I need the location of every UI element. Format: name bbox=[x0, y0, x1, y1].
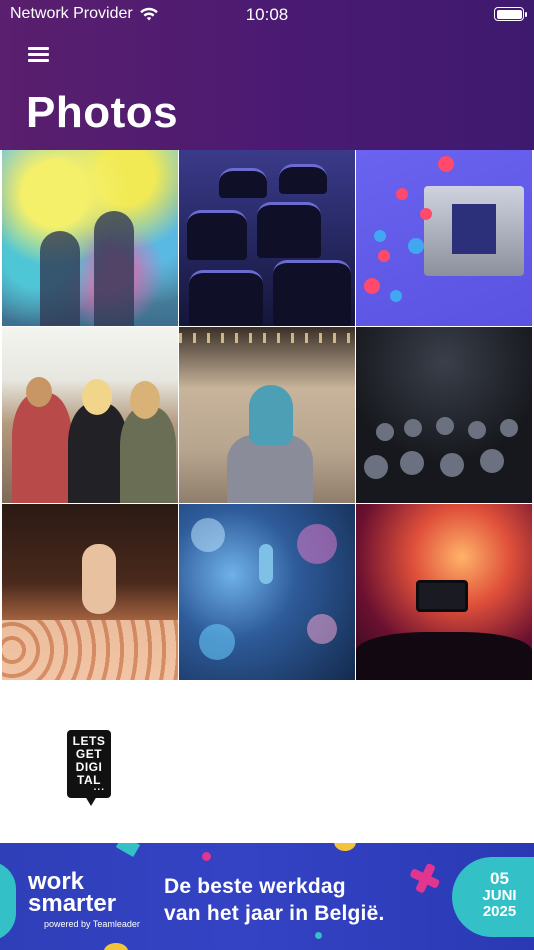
heart-reaction-icon bbox=[420, 208, 432, 220]
photo-blue-stage-microphone[interactable] bbox=[179, 504, 355, 680]
banner-headline: De beste werkdag van het jaar in België. bbox=[164, 873, 385, 927]
decorative-dot bbox=[202, 852, 211, 861]
head bbox=[82, 379, 112, 415]
audience-head bbox=[376, 423, 394, 441]
photo-concert-phone-recording[interactable] bbox=[356, 504, 532, 680]
photo-speaker-blue-hair[interactable] bbox=[179, 327, 355, 503]
decorative-shape bbox=[0, 861, 16, 941]
heart-reaction-icon bbox=[378, 250, 390, 262]
audience-head bbox=[480, 449, 504, 473]
speaker-body bbox=[227, 435, 313, 503]
chair bbox=[257, 202, 321, 258]
chair bbox=[219, 168, 267, 198]
chair bbox=[189, 270, 263, 326]
heart-reaction-icon bbox=[396, 188, 408, 200]
photo-virtual-event-stage[interactable] bbox=[356, 150, 532, 326]
virtual-stage bbox=[424, 186, 524, 276]
date-year: 2025 bbox=[482, 903, 517, 920]
dancer-silhouette bbox=[82, 544, 116, 614]
bokeh-light bbox=[307, 614, 337, 644]
raised-hands bbox=[2, 620, 178, 680]
hamburger-menu-icon[interactable] bbox=[28, 45, 50, 63]
status-time: 10:08 bbox=[245, 5, 289, 24]
like-reaction-icon bbox=[374, 230, 386, 242]
person-silhouette bbox=[68, 403, 128, 503]
phone-silhouette bbox=[416, 580, 468, 612]
chair bbox=[279, 164, 327, 194]
decorative-shape bbox=[115, 843, 141, 858]
decorative-cross bbox=[410, 863, 440, 893]
photo-concert-crowd-hands[interactable] bbox=[2, 504, 178, 680]
date-month: JUNI bbox=[482, 887, 517, 904]
photo-grid bbox=[0, 150, 534, 680]
ceiling-lights bbox=[179, 333, 355, 343]
crowd-silhouette bbox=[356, 632, 532, 680]
audience-head bbox=[404, 419, 422, 437]
like-reaction-icon bbox=[390, 290, 402, 302]
photo-empty-conference-chairs[interactable] bbox=[179, 150, 355, 326]
chair bbox=[187, 210, 247, 260]
bokeh-light bbox=[297, 524, 337, 564]
decorative-shape bbox=[104, 943, 128, 950]
person-silhouette bbox=[40, 231, 80, 326]
headline-line: van het jaar in België. bbox=[164, 902, 385, 925]
page-title: Photos bbox=[26, 88, 179, 137]
powered-by-text: powered by Teamleader bbox=[44, 919, 140, 929]
heart-reaction-icon bbox=[438, 156, 454, 172]
menu-line bbox=[28, 53, 49, 56]
app-header: Network Provider 10:08 Photos bbox=[0, 0, 534, 150]
head bbox=[130, 381, 160, 419]
date-badge: 05 JUNI 2025 bbox=[452, 857, 534, 937]
battery-level bbox=[496, 9, 522, 19]
person-silhouette bbox=[94, 211, 134, 326]
bokeh-light bbox=[191, 518, 225, 552]
logo-bubble-tail bbox=[85, 796, 97, 806]
speaker-hair bbox=[249, 385, 293, 445]
logo-dots: ... bbox=[93, 782, 105, 793]
photo-dark-auditorium[interactable] bbox=[356, 327, 532, 503]
chair bbox=[273, 260, 351, 326]
status-bar: Network Provider 10:08 bbox=[0, 0, 534, 28]
battery-tip bbox=[525, 12, 527, 17]
heart-reaction-icon bbox=[364, 278, 380, 294]
audience-head bbox=[400, 451, 424, 475]
photo-outdoor-festival-crowd[interactable] bbox=[2, 327, 178, 503]
photo-color-powder-festival[interactable] bbox=[2, 150, 178, 326]
menu-line bbox=[28, 47, 49, 50]
lets-get-digital-logo[interactable]: LETS GET DIGI TAL ... bbox=[67, 730, 111, 810]
audience-head bbox=[436, 417, 454, 435]
person-silhouette bbox=[120, 407, 176, 503]
bokeh-light bbox=[199, 624, 235, 660]
headline-line: De beste werkdag bbox=[164, 875, 346, 898]
audience-head bbox=[468, 421, 486, 439]
like-reaction-icon bbox=[408, 238, 424, 254]
decorative-dot bbox=[315, 932, 322, 939]
person-silhouette bbox=[12, 393, 72, 503]
battery-icon bbox=[494, 7, 527, 21]
audience-head bbox=[440, 453, 464, 477]
logo-speech-bubble: LETS GET DIGI TAL ... bbox=[67, 730, 111, 798]
brand-smarter: smarter bbox=[28, 890, 117, 917]
audience-head bbox=[364, 455, 388, 479]
menu-line bbox=[28, 59, 49, 62]
audience-head bbox=[500, 419, 518, 437]
date-day: 05 bbox=[490, 869, 509, 888]
head bbox=[26, 377, 52, 407]
microphone bbox=[259, 544, 273, 584]
ad-banner[interactable]: work smarter powered by Teamleader De be… bbox=[0, 843, 534, 950]
decorative-shape bbox=[334, 843, 356, 851]
